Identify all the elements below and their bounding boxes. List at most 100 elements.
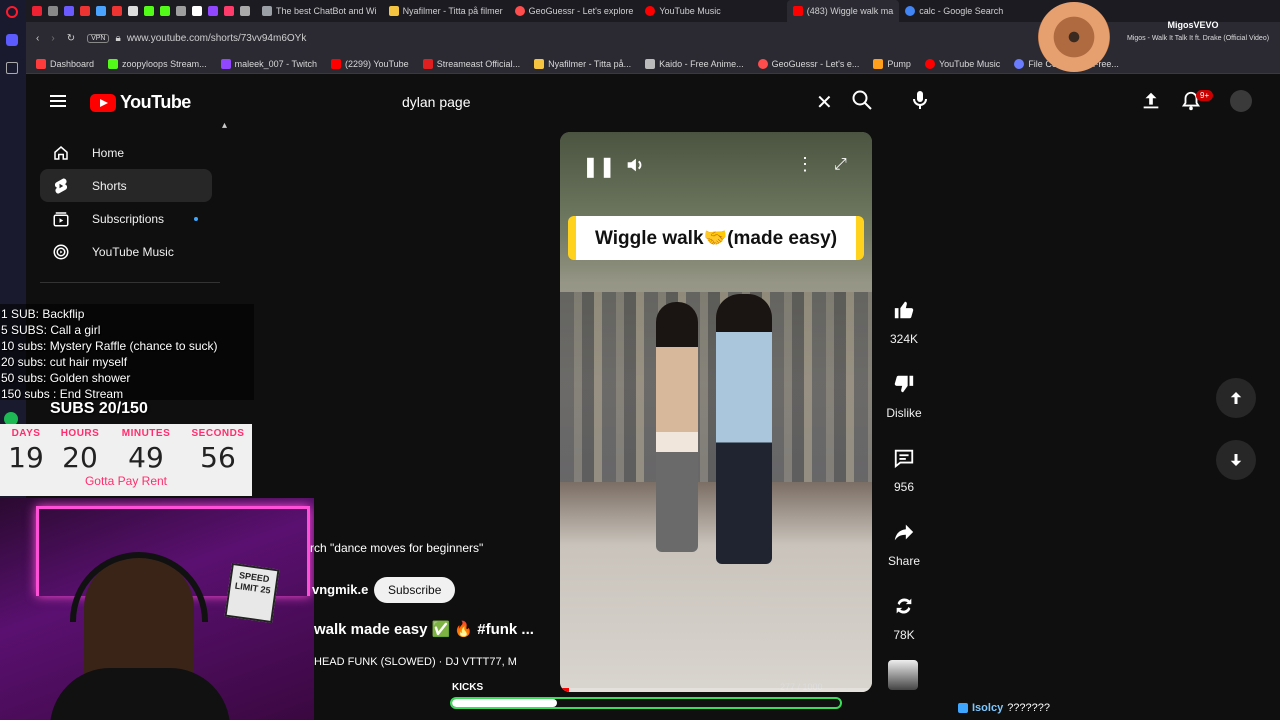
bookmark-item[interactable]: YouTube Music: [924, 58, 1000, 69]
search-input[interactable]: dylan page: [390, 88, 852, 116]
sidebar-item-label: Home: [92, 145, 125, 160]
short-title[interactable]: walk made easy ✅ 🔥 #funk ...: [314, 620, 534, 638]
sound-thumbnail[interactable]: [888, 660, 918, 690]
search-button[interactable]: [850, 88, 878, 116]
pinned-tab-icon[interactable]: [240, 6, 250, 16]
tab-nyafilmer[interactable]: Nyafilmer - Titta på filmer: [383, 0, 509, 22]
short-sound[interactable]: HEAD FUNK (SLOWED) · DJ VTTT77, M: [314, 656, 517, 668]
voice-search-button[interactable]: [908, 88, 936, 116]
search-icon: [852, 90, 872, 110]
pinned-tab-icon[interactable]: [128, 6, 138, 16]
sidebar-item-youtube-music[interactable]: YouTube Music: [40, 235, 212, 268]
short-video-player[interactable]: Wiggle walk🤝(made easy) ❚❚ ⋮ ⤢ 277 / 100…: [560, 132, 872, 692]
home-icon: [54, 145, 68, 160]
avatar[interactable]: [1230, 90, 1252, 112]
now-playing-title: Migos - Walk It Talk It ft. Drake (Offic…: [1126, 35, 1270, 42]
channel-name[interactable]: vngmik.e: [312, 582, 368, 597]
volume-button[interactable]: [624, 154, 650, 180]
pinned-tab-icon[interactable]: [192, 6, 202, 16]
pinned-tab-icon[interactable]: [80, 6, 90, 16]
bookmark-item[interactable]: Kaido - Free Anime...: [645, 58, 744, 69]
video-caption: Wiggle walk🤝(made easy): [568, 216, 864, 260]
sub-goals-overlay: 1 SUB: Backflip 5 SUBS: Call a girl 10 s…: [0, 304, 254, 401]
back-icon[interactable]: ‹: [36, 33, 39, 44]
previous-short-button[interactable]: [1216, 378, 1256, 418]
pinned-tab-icon[interactable]: [208, 6, 218, 16]
tab-label: YouTube Music: [659, 6, 721, 16]
bookmark-item[interactable]: maleek_007 - Twitch: [220, 58, 317, 69]
bookmark-rail-icon[interactable]: [6, 62, 18, 74]
tab-chatbot[interactable]: The best ChatBot and Wi: [256, 0, 383, 22]
streamer-shirt: [50, 668, 230, 720]
opera-logo-icon[interactable]: [6, 6, 18, 18]
chat-message: Isolcy ???????: [958, 702, 1050, 714]
tab-youtube-music[interactable]: YouTube Music: [639, 0, 726, 22]
more-options-icon[interactable]: ⋮: [796, 154, 814, 175]
bookmark-item[interactable]: zoopyloops Stream...: [108, 58, 207, 69]
share-button[interactable]: Share: [884, 514, 924, 568]
pinned-tab-icon[interactable]: [32, 6, 42, 16]
new-content-dot: [194, 217, 198, 221]
clear-search-icon[interactable]: ✕: [816, 90, 833, 115]
comment-count: 956: [893, 480, 915, 494]
dislike-button[interactable]: Dislike: [884, 366, 924, 420]
subscribe-button[interactable]: Subscribe: [374, 577, 456, 603]
sidebar-item-subscriptions[interactable]: Subscriptions: [40, 202, 212, 235]
pinned-tab-icon[interactable]: [112, 6, 122, 16]
bookmark-item[interactable]: Streameast Official...: [422, 58, 520, 69]
bookmark-favicon: [645, 58, 656, 69]
bookmark-favicon: [422, 58, 433, 69]
bookmark-item[interactable]: Pump: [873, 58, 911, 69]
kicks-progress-fill: [452, 699, 557, 707]
pinned-tab-icon[interactable]: [96, 6, 106, 16]
comments-button[interactable]: 956: [884, 440, 924, 494]
sidebar-item-shorts[interactable]: Shorts: [40, 169, 212, 202]
pinned-tab-icon[interactable]: [160, 6, 170, 16]
tab-wiggle-walk[interactable]: (483) Wiggle walk ma: [786, 0, 900, 22]
countdown-seconds: SECONDS 56: [188, 428, 248, 474]
remix-button[interactable]: 78K: [884, 588, 924, 642]
album-art: [1038, 2, 1110, 72]
comment-icon: [886, 440, 922, 476]
sidebar: Home Shorts Subscriptions YouTube Music: [40, 136, 212, 268]
video-progress-bar[interactable]: [560, 688, 872, 692]
pinned-tab-icon[interactable]: [48, 6, 58, 16]
goal-line: 1 SUB: Backflip: [1, 307, 85, 321]
video-progress-fill: [560, 688, 570, 692]
bookmark-favicon: [220, 58, 231, 69]
next-short-button[interactable]: [1216, 440, 1256, 480]
youtube-logo[interactable]: YouTube: [90, 92, 191, 113]
remix-count: 78K: [893, 628, 915, 642]
pinned-tab-icon[interactable]: [64, 6, 74, 16]
upload-button[interactable]: [1140, 90, 1162, 117]
tab-geoguessr[interactable]: GeoGuessr - Let's explore: [509, 0, 640, 22]
pinned-tabs: [26, 6, 256, 16]
tab-google-calc[interactable]: calc - Google Search: [899, 0, 1009, 22]
pinned-tab-icon[interactable]: [176, 6, 186, 16]
sidebar-item-home[interactable]: Home: [40, 136, 212, 169]
bookmark-item[interactable]: Nyafilmer - Titta på...: [534, 58, 631, 69]
menu-icon[interactable]: [50, 92, 70, 110]
vpn-badge[interactable]: VPN: [87, 33, 110, 43]
pinned-tab-icon[interactable]: [144, 6, 154, 16]
chevron-up-icon[interactable]: ▴: [222, 120, 227, 131]
forward-icon[interactable]: ›: [51, 33, 54, 44]
reload-icon[interactable]: ↻: [67, 33, 75, 44]
youtube-header: YouTube dylan page ✕ 9+: [26, 74, 1280, 130]
youtube-logo-text: YouTube: [120, 92, 191, 112]
url-field[interactable]: VPN 🔒︎ www.youtube.com/shorts/73vv94m6OY…: [87, 33, 306, 44]
countdown-caption: Gotta Pay Rent: [84, 474, 168, 488]
bookmark-item[interactable]: GeoGuessr - Let's e...: [757, 58, 859, 69]
workspace-icon[interactable]: [6, 34, 18, 46]
fullscreen-icon[interactable]: ⤢: [834, 156, 847, 174]
tab-label: calc - Google Search: [919, 6, 1004, 16]
bookmark-favicon: [757, 58, 768, 69]
pause-icon[interactable]: ❚❚: [582, 154, 616, 179]
bookmark-item[interactable]: Dashboard: [36, 58, 94, 69]
bookmark-item[interactable]: (2299) YouTube: [330, 58, 409, 69]
like-button[interactable]: 324K: [884, 292, 924, 346]
pinned-tab-icon[interactable]: [224, 6, 234, 16]
share-icon: [886, 514, 922, 550]
related-search-chip[interactable]: rch "dance moves for beginners": [304, 538, 489, 560]
tab-favicon: [262, 6, 272, 16]
